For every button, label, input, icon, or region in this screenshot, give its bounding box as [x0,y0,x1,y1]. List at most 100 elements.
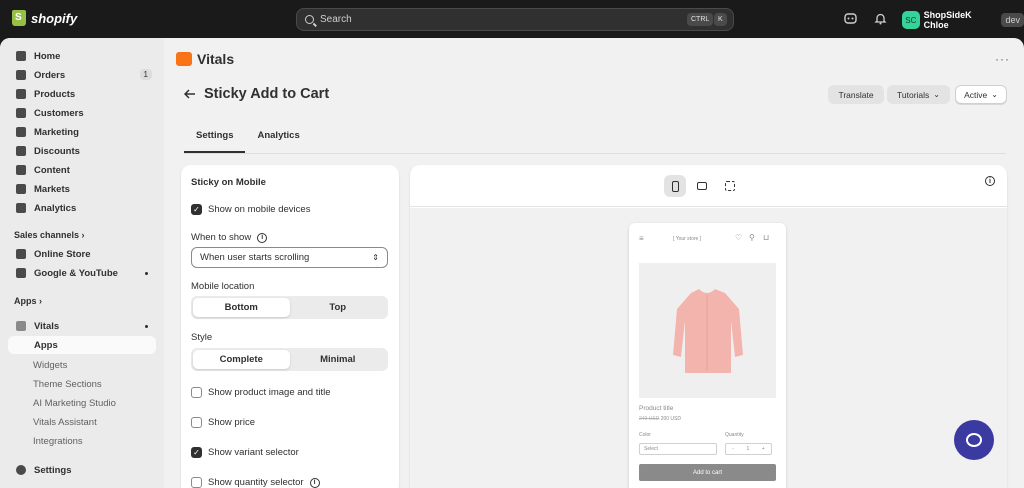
when-to-show-select[interactable]: When user starts scrolling ⇕ [191,247,388,268]
sidebar-item-label: Home [34,50,61,62]
expand-icon [725,181,735,191]
plus-icon: + [761,446,765,452]
sidebar-item-label: Customers [34,107,84,119]
sidebar-item-marketing[interactable]: Marketing [8,123,156,141]
search-icon [305,15,314,24]
show-image-title-checkbox[interactable]: Show product image and title [191,387,331,398]
sales-channels-heading[interactable]: Sales channels › [14,230,85,240]
sidebar-item-settings[interactable]: Settings [8,461,156,479]
sidebar-item-customers[interactable]: Customers [8,104,156,122]
shopify-logo[interactable]: shopify [12,10,77,26]
store-name: ShopSideK Chloe [923,10,972,30]
orders-count-badge: 1 [139,69,152,80]
tutorials-button[interactable]: Tutorials ⌄ [887,85,950,104]
translate-button[interactable]: Translate [828,85,884,104]
mock-quantity-stepper: - 1 + [725,443,772,455]
settings-card: Sticky on Mobile ✓ Show on mobile device… [181,165,399,488]
kbd-ctrl: CTRL [687,13,714,26]
gear-icon [16,465,26,475]
show-price-checkbox[interactable]: Show price [191,417,255,428]
mock-store-name: [ Your store ] [673,236,702,242]
sidebar-item-theme-sections[interactable]: Theme Sections [33,379,102,390]
tabs: Settings Analytics [184,130,312,153]
quantity-label: Quantity [725,432,744,438]
sidebar-item-online-store[interactable]: Online Store [8,245,156,263]
sidebar-item-vitals-assistant[interactable]: Vitals Assistant [33,417,97,428]
info-icon[interactable]: i [309,477,320,488]
sidebar-item-products[interactable]: Products [8,85,156,103]
sidebar-item-label: Online Store [34,248,91,260]
sidebar: Home Orders 1 Products Customers Marketin… [0,38,164,488]
app-header: Vitals [176,51,234,67]
admin-frame: Home Orders 1 Products Customers Marketin… [0,38,1024,488]
product-title: Product title [639,405,674,412]
search-input[interactable]: Search CTRL K [296,8,734,31]
back-arrow-icon[interactable] [184,89,196,99]
status-label: Active [964,89,988,100]
page-title: Sticky Add to Cart [184,86,329,102]
globe-icon [16,184,26,194]
google-icon [16,268,26,278]
kbd-k: K [714,13,727,26]
info-icon[interactable]: i [257,232,268,243]
location-top-option[interactable]: Top [290,298,387,317]
tab-settings[interactable]: Settings [184,130,246,153]
card-title: Sticky on Mobile [191,177,266,188]
style-complete-option[interactable]: Complete [193,350,290,369]
style-label: Style [191,332,213,343]
desktop-preview-button[interactable] [691,175,713,197]
show-quantity-checkbox[interactable]: Show quantity selector i [191,477,320,488]
sidebar-item-discounts[interactable]: Discounts [8,142,156,160]
color-label: Color [639,432,651,438]
sidebar-item-orders[interactable]: Orders 1 [8,66,156,84]
show-variant-checkbox[interactable]: ✓ Show variant selector [191,447,299,458]
product-image [639,263,776,398]
apps-heading[interactable]: Apps › [14,296,42,306]
tutorials-label: Tutorials [897,89,930,100]
fullscreen-preview-button[interactable] [719,175,741,197]
top-bar: shopify Search CTRL K SC ShopSideK Chloe… [0,0,1024,38]
heart-icon: ♡ [735,233,743,242]
chat-launcher-button[interactable] [954,420,994,460]
search-placeholder: Search [320,14,352,25]
store-icon [16,249,26,259]
sidebar-item-label: Marketing [34,126,79,138]
menu-icon: ≡ [639,234,644,243]
sidebar-item-label: Content [34,164,70,176]
product-price: 240 USD 200 USD [639,416,681,422]
sidebar-item-vitals-apps[interactable]: Apps [8,336,156,354]
mobile-preview-button[interactable] [664,175,686,197]
select-value: When user starts scrolling [200,252,310,263]
mock-variant-select: Select [639,443,717,455]
more-actions-icon[interactable]: ··· [995,52,1010,66]
home-icon [16,51,26,61]
mobile-location-label: Mobile location [191,281,255,292]
assistant-icon[interactable] [844,12,857,25]
sidebar-item-widgets[interactable]: Widgets [33,360,67,371]
sidebar-item-vitals[interactable]: Vitals [8,317,156,335]
sidebar-item-ai-marketing-studio[interactable]: AI Marketing Studio [33,398,116,409]
sidebar-item-content[interactable]: Content [8,161,156,179]
bell-icon[interactable] [874,12,887,25]
sidebar-item-integrations[interactable]: Integrations [33,436,83,447]
tag-icon [16,89,26,99]
style-minimal-option[interactable]: Minimal [290,350,387,369]
status-dropdown[interactable]: Active ⌄ [955,85,1007,104]
content-icon [16,165,26,175]
desktop-icon [697,182,707,190]
preview-info[interactable]: i [985,176,995,186]
sidebar-item-markets[interactable]: Markets [8,180,156,198]
sidebar-item-home[interactable]: Home [8,47,156,65]
checkbox-checked-icon: ✓ [191,447,202,458]
sidebar-item-analytics[interactable]: Analytics [8,199,156,217]
checkbox-icon [191,387,202,398]
sidebar-item-google-youtube[interactable]: Google & YouTube [8,264,156,282]
location-bottom-option[interactable]: Bottom [193,298,290,317]
shirt-icon [673,289,743,373]
tab-analytics[interactable]: Analytics [245,130,311,153]
show-mobile-checkbox[interactable]: ✓ Show on mobile devices [191,204,310,215]
sidebar-item-label: Vitals [34,320,60,332]
sidebar-item-label: Google & YouTube [34,267,118,279]
preview-card: i ≡ [ Your store ] ♡ ⚲ ⊔ Product title 2… [410,165,1007,488]
store-menu[interactable]: SC ShopSideK Chloe dev [902,10,1024,30]
